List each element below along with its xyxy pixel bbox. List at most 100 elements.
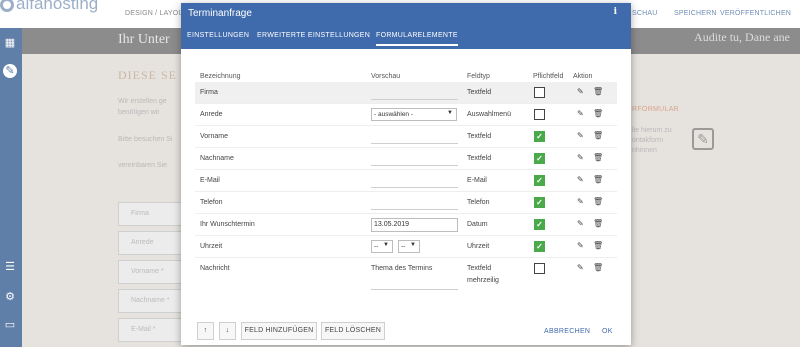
pencil-icon[interactable]: ✎ (577, 87, 584, 96)
nav-design-layout[interactable]: DESIGN / LAYOU (125, 10, 184, 17)
field-type: Telefon (467, 199, 490, 206)
table-row[interactable]: Telefon Telefon ✓ ✎ 🗑 (195, 192, 617, 214)
logo-text: alfahosting (16, 0, 99, 13)
chat-icon[interactable]: ▭ (3, 318, 17, 332)
field-type-detail: mehrzeilig (467, 277, 499, 284)
page-paragraph: Bitte besuchen Si (118, 136, 173, 143)
page-paragraph: Wir erstellen ge (118, 98, 167, 105)
banner-title: Ihr Unter (118, 32, 170, 47)
field-type: Datum (467, 221, 488, 228)
trash-icon[interactable]: 🗑 (593, 175, 603, 184)
move-up-button[interactable]: ↑ (197, 322, 214, 340)
pencil-icon[interactable]: ✎ (577, 197, 584, 206)
caret-down-icon: ▼ (410, 242, 416, 248)
side-text: ontakform (632, 137, 664, 144)
col-header-action: Aktion (573, 73, 593, 80)
brand-logo: alfahosting (0, 0, 98, 14)
tab-erweiterte-einstellungen[interactable]: ERWEITERTE EINSTELLUNGEN (257, 32, 370, 39)
dialog-footer: ↑ ↓ FELD HINZUFÜGEN FELD LÖSCHEN ABBRECH… (181, 319, 631, 345)
bg-form-field: Nachname * (118, 289, 182, 313)
add-field-button[interactable]: FELD HINZUFÜGEN (241, 322, 317, 340)
ok-button[interactable]: OK (602, 328, 613, 335)
field-name: Nachricht (200, 265, 230, 272)
table-row[interactable]: Nachricht Thema des Termins Textfeld meh… (195, 258, 617, 294)
move-down-button[interactable]: ↓ (219, 322, 236, 340)
table-row[interactable]: Uhrzeit -- ▼ -- ▼ Uhrzeit ✓ ✎ 🗑 (195, 236, 617, 258)
preview-date-input: 13.05.2019 (371, 218, 458, 232)
page-heading: DIESE SE (118, 68, 177, 82)
edit-pen-icon[interactable]: ✎ (3, 64, 17, 78)
trash-icon[interactable]: 🗑 (593, 131, 603, 140)
tab-formularelemente[interactable]: FORMULARELEMENTE (376, 32, 458, 46)
field-name: Firma (200, 89, 218, 96)
sort-icon[interactable]: ☰ (3, 260, 17, 274)
side-heading: RFORMULAR (632, 106, 680, 113)
trash-icon[interactable]: 🗑 (593, 241, 603, 250)
table-row[interactable]: Ihr Wunschtermin 13.05.2019 Datum ✓ ✎ 🗑 (195, 214, 617, 236)
pencil-icon[interactable]: ✎ (577, 263, 584, 272)
required-checkbox[interactable] (534, 109, 545, 120)
preview-hour-select: -- ▼ (371, 240, 393, 253)
col-header-required: Pflichtfeld (533, 73, 564, 80)
trash-icon[interactable]: 🗑 (593, 263, 603, 272)
trash-icon[interactable]: 🗑 (593, 87, 603, 96)
col-header-name: Bezeichnung (200, 73, 241, 80)
field-type: Auswahlmenü (467, 111, 511, 118)
field-type: E-Mail (467, 177, 487, 184)
page-paragraph: benötigen wir (118, 109, 160, 116)
required-checkbox[interactable]: ✓ (534, 241, 545, 252)
col-header-preview: Vorschau (371, 73, 401, 80)
caret-down-icon: ▼ (383, 242, 389, 248)
table-row[interactable]: Nachname Textfeld ✓ ✎ 🗑 (195, 148, 617, 170)
preview-minute-select: -- ▼ (398, 240, 420, 253)
pencil-icon[interactable]: ✎ (577, 175, 584, 184)
select-value: -- (401, 243, 406, 250)
bg-form-field: Anrede (118, 231, 182, 255)
field-name: Telefon (200, 199, 223, 206)
field-type: Uhrzeit (467, 243, 490, 250)
grid-icon[interactable]: ▦ (3, 36, 17, 50)
required-checkbox[interactable] (534, 87, 545, 98)
gear-icon[interactable]: ⚙ (3, 290, 17, 304)
pencil-icon[interactable]: ✎ (577, 109, 584, 118)
required-checkbox[interactable]: ✓ (534, 153, 545, 164)
required-checkbox[interactable]: ✓ (534, 219, 545, 230)
field-name: Anrede (200, 111, 223, 118)
select-value: - auswählen - (374, 111, 414, 118)
required-checkbox[interactable]: ✓ (534, 197, 545, 208)
field-name: Uhrzeit (200, 243, 223, 250)
trash-icon[interactable]: 🗑 (593, 197, 603, 206)
pencil-icon[interactable]: ✎ (577, 153, 584, 162)
table-row[interactable]: Anrede - auswählen - ▼ Auswahlmenü ✎ 🗑 (195, 104, 617, 126)
trash-icon[interactable]: 🗑 (593, 219, 603, 228)
table-row[interactable]: E-Mail E-Mail ✓ ✎ 🗑 (195, 170, 617, 192)
preview-select: - auswählen - ▼ (371, 108, 457, 121)
tab-einstellungen[interactable]: EINSTELLUNGEN (187, 32, 249, 39)
required-checkbox[interactable] (534, 263, 545, 274)
preview-text-input (371, 130, 458, 144)
preview-text-input (371, 196, 458, 210)
info-icon[interactable]: i (614, 7, 617, 17)
nav-preview[interactable]: SCHAU (632, 10, 658, 17)
dialog-title: Terminanfrage (188, 8, 252, 19)
terminanfrage-dialog: Terminanfrage i EINSTELLUNGEN ERWEITERTE… (181, 3, 631, 345)
field-type: Textfeld (467, 89, 492, 96)
field-type: Textfeld (467, 133, 492, 140)
table-row[interactable]: Firma Textfeld ✎ 🗑 (195, 82, 617, 104)
trash-icon[interactable]: 🗑 (593, 153, 603, 162)
trash-icon[interactable]: 🗑 (593, 109, 603, 118)
cancel-button[interactable]: ABBRECHEN (544, 328, 590, 335)
pencil-icon[interactable]: ✎ (577, 241, 584, 250)
table-row[interactable]: Vorname Textfeld ✓ ✎ 🗑 (195, 126, 617, 148)
nav-publish[interactable]: VERÖFFENTLICHEN (720, 10, 791, 17)
required-checkbox[interactable]: ✓ (534, 175, 545, 186)
delete-field-button[interactable]: FELD LÖSCHEN (321, 322, 385, 340)
nav-save[interactable]: SPEICHERN (674, 10, 717, 17)
editor-left-toolbar: ▦ ✎ ☰ ⚙ ▭ (0, 28, 22, 347)
required-checkbox[interactable]: ✓ (534, 131, 545, 142)
pencil-icon[interactable]: ✎ (577, 219, 584, 228)
field-name: Nachname (200, 155, 234, 162)
pencil-icon[interactable]: ✎ (577, 131, 584, 140)
edit-form-icon[interactable]: ✎ (692, 128, 714, 150)
preview-text-input (371, 152, 458, 166)
